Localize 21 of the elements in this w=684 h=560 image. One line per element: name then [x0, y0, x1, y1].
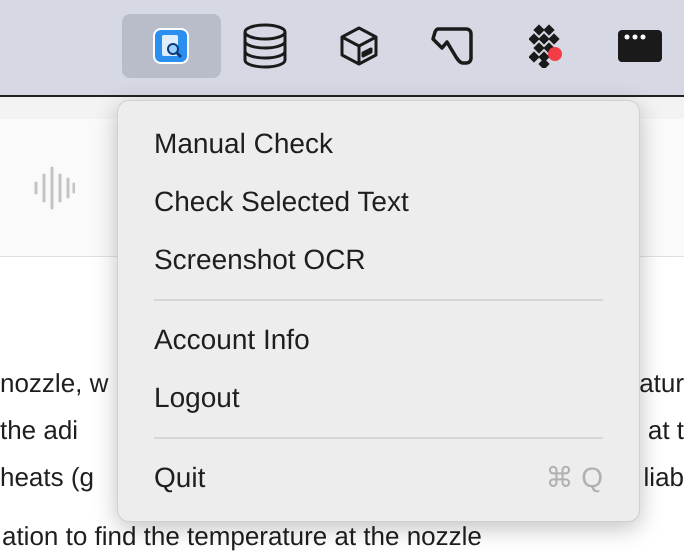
menu-item[interactable]: Quit ⌘ Q [130, 449, 627, 507]
menu-item[interactable]: Account Info [130, 311, 627, 369]
box-icon [338, 24, 379, 66]
body-text: nozzle, w [0, 367, 108, 400]
menu-item[interactable]: Logout [130, 369, 627, 427]
tag-icon [430, 26, 474, 66]
body-text: liab [644, 461, 684, 494]
shortcut-text: ⌘ Q [545, 461, 603, 495]
body-text: ation to find the temperature at the nozzle [2, 520, 482, 553]
waveform-icon [33, 164, 75, 210]
document-search-icon [152, 26, 190, 64]
database-icon [241, 22, 289, 68]
body-text: the adi [0, 414, 78, 447]
window-icon [618, 28, 662, 62]
diamond-grid-icon [529, 24, 564, 68]
menu-item[interactable]: Manual Check [130, 115, 627, 173]
menu-item[interactable]: Check Selected Text [130, 173, 627, 231]
body-text: atur [639, 367, 684, 400]
body-text: heats (g [0, 461, 94, 494]
menu-item[interactable]: Screenshot OCR [130, 231, 627, 289]
body-text: at t [648, 414, 684, 447]
